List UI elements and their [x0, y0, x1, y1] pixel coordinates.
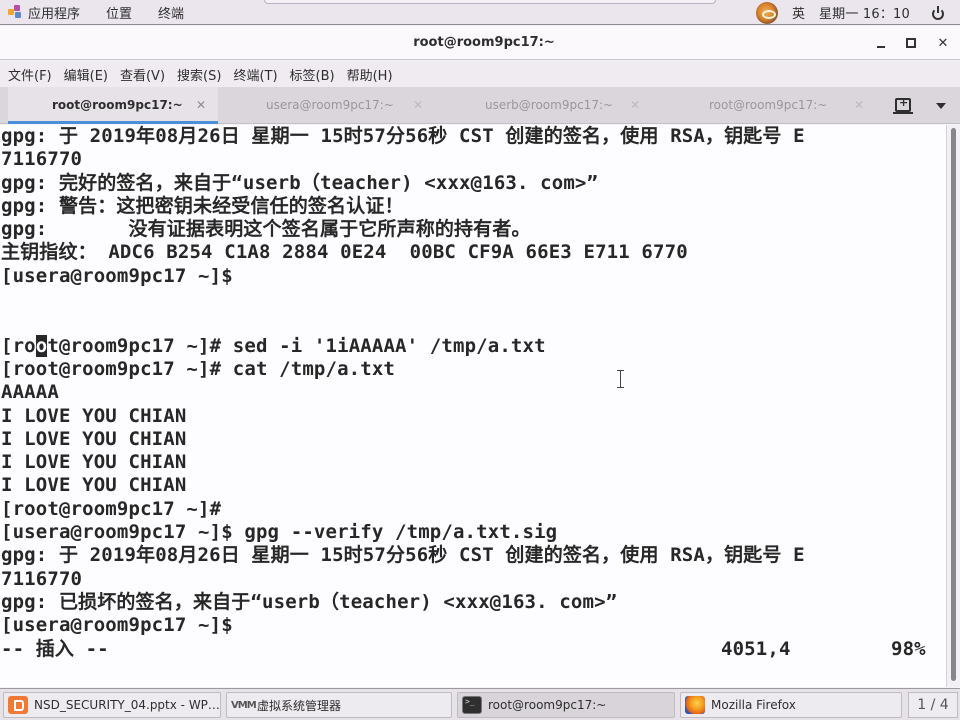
new-tab-icon[interactable] — [893, 96, 913, 114]
terminal-line: 主钥指纹： ADC6 B254 C1A8 2884 0E24 00BC CF9A… — [1, 241, 688, 264]
tab-root-2[interactable]: root@room9pc17:~ ✕ — [648, 87, 868, 123]
menu-terminal[interactable]: 终端 — [158, 3, 184, 22]
tab-usera[interactable]: usera@room9pc17:~ ✕ — [218, 87, 433, 123]
terminal-line: [root@room9pc17 ~]# cat /tmp/a.txt — [1, 357, 396, 380]
tab-label: userb@room9pc17:~ — [485, 98, 614, 112]
menu-view[interactable]: 查看(V) — [120, 65, 165, 84]
terminal-line-with-cursor: [root@room9pc17 ~]# sed -i '1iAAAAA' /tm… — [0, 334, 946, 358]
window-title: root@room9pc17:~ — [413, 35, 555, 50]
tab-label: root@room9pc17:~ — [709, 98, 828, 112]
tab-bar: root@room9pc17:~ ✕ usera@room9pc17:~ ✕ u… — [0, 87, 960, 124]
terminal-output[interactable]: gpg: 于 2019年08月26日 星期一 15时57分56秒 CST 创建的… — [0, 125, 946, 687]
terminal-line: gpg: 警告：这把密钥未经受信任的签名认证！ — [1, 194, 404, 217]
menu-search[interactable]: 搜索(S) — [177, 65, 221, 84]
menu-help[interactable]: 帮助(H) — [347, 65, 393, 84]
tab-root-1[interactable]: root@room9pc17:~ ✕ — [8, 87, 218, 124]
tab-label: usera@room9pc17:~ — [266, 98, 394, 112]
menu-terminal-menu[interactable]: 终端(T) — [233, 65, 277, 84]
scrollbar-thumb[interactable] — [951, 128, 956, 681]
tab-list-dropdown-icon[interactable] — [936, 103, 946, 109]
tab-label: root@room9pc17:~ — [52, 98, 183, 112]
terminal-line: gpg: 已损坏的签名，来自于“userb（teacher) <xxx@163.… — [1, 590, 618, 613]
clock[interactable]: 星期一 16：10 — [819, 3, 910, 22]
firefox-icon — [685, 696, 705, 714]
terminal-line: I LOVE YOU CHIAN — [1, 474, 187, 497]
taskbar-item-label: 虚拟系统管理器 — [257, 698, 342, 713]
scroll-percent: 98% — [891, 637, 926, 660]
wps-presentation-icon — [8, 696, 28, 714]
vim-status-line: -- 插入 -- 4051,4 98% — [0, 638, 946, 661]
terminal-line: [usera@room9pc17 ~]$ — [1, 264, 233, 287]
tab-close-icon[interactable]: ✕ — [413, 98, 423, 112]
taskbar-item-firefox[interactable]: Mozilla Firefox — [680, 692, 902, 718]
cursor-position: 4051,4 — [721, 637, 791, 660]
terminal-line: I LOVE YOU CHIAN — [1, 427, 187, 450]
cursor-line-before: [ro — [1, 334, 36, 357]
terminal-line: [root@room9pc17 ~]# — [1, 497, 222, 520]
tab-close-icon[interactable]: ✕ — [630, 98, 640, 112]
taskbar-item-virt-manager[interactable]: VMM 虚拟系统管理器 — [226, 692, 452, 718]
terminal-line: gpg: 于 2019年08月26日 星期一 15时57分56秒 CST 创建的… — [1, 544, 805, 567]
terminal-line: gpg: 完好的签名，来自于“userb（teacher) <xxx@163. … — [1, 171, 599, 194]
terminal-line: 7116770 — [1, 148, 83, 171]
terminal-line: [usera@room9pc17 ~]$ — [1, 614, 233, 637]
tab-close-icon[interactable]: ✕ — [196, 98, 206, 112]
power-icon[interactable] — [930, 5, 946, 21]
cursor-line-after: t@room9pc17 ~]# sed -i '1iAAAAA' /tmp/a.… — [47, 334, 546, 357]
applications-icon[interactable] — [8, 5, 22, 19]
menu-applications[interactable]: 应用程序 — [28, 3, 80, 22]
menu-places[interactable]: 位置 — [106, 3, 132, 22]
terminal-line: I LOVE YOU CHIAN — [1, 404, 187, 427]
input-method-indicator[interactable]: 英 — [792, 3, 805, 22]
menu-tabs[interactable]: 标签(B) — [290, 65, 335, 84]
minimize-button[interactable] — [872, 34, 890, 52]
terminal-line: AAAAA — [1, 381, 59, 404]
terminal-scrollbar[interactable] — [946, 125, 960, 687]
close-window-button[interactable]: ✕ — [934, 34, 952, 52]
editor-mode: -- 插入 -- — [1, 637, 109, 660]
taskbar-item-label: root@room9pc17:~ — [488, 698, 607, 712]
taskbar-item-label: NSD_SECURITY_04.pptx - WP… — [34, 698, 220, 712]
text-cursor: o — [35, 334, 48, 357]
taskbar-item-label: Mozilla Firefox — [711, 698, 796, 712]
terminal-line: gpg: 没有证据表明这个签名属于它所声称的持有者。 — [1, 218, 531, 241]
mouse-ibeam-cursor-icon — [617, 370, 624, 388]
window-titlebar: root@room9pc17:~ ✕ — [0, 26, 960, 60]
tab-userb[interactable]: userb@room9pc17:~ ✕ — [433, 87, 648, 123]
taskbar: NSD_SECURITY_04.pptx - WP… VMM 虚拟系统管理器 r… — [0, 688, 960, 720]
overlay-frame — [264, 0, 716, 4]
terminal-line: [usera@room9pc17 ~]$ gpg --verify /tmp/a… — [1, 521, 558, 544]
tab-close-icon[interactable]: ✕ — [854, 98, 864, 112]
taskbar-item-terminal[interactable]: root@room9pc17:~ — [457, 692, 675, 718]
system-top-bar: 应用程序 位置 终端 英 星期一 16：10 — [0, 0, 960, 25]
virt-manager-icon: VMM — [231, 699, 257, 711]
terminal-line: 7116770 — [1, 567, 83, 590]
menu-bar: 文件(F) 编辑(E) 查看(V) 搜索(S) 终端(T) 标签(B) 帮助(H… — [0, 61, 960, 87]
terminal-icon — [462, 696, 482, 714]
taskbar-item-wps[interactable]: NSD_SECURITY_04.pptx - WP… — [3, 692, 221, 718]
terminal-line: gpg: 于 2019年08月26日 星期一 15时57分56秒 CST 创建的… — [1, 125, 805, 147]
workspace-switcher[interactable]: 1 / 4 — [908, 692, 958, 718]
menu-file[interactable]: 文件(F) — [8, 65, 52, 84]
menu-edit[interactable]: 编辑(E) — [64, 65, 108, 84]
maximize-button[interactable] — [902, 34, 920, 52]
terminal-line: I LOVE YOU CHIAN — [1, 451, 187, 474]
user-avatar-icon[interactable] — [755, 1, 778, 24]
